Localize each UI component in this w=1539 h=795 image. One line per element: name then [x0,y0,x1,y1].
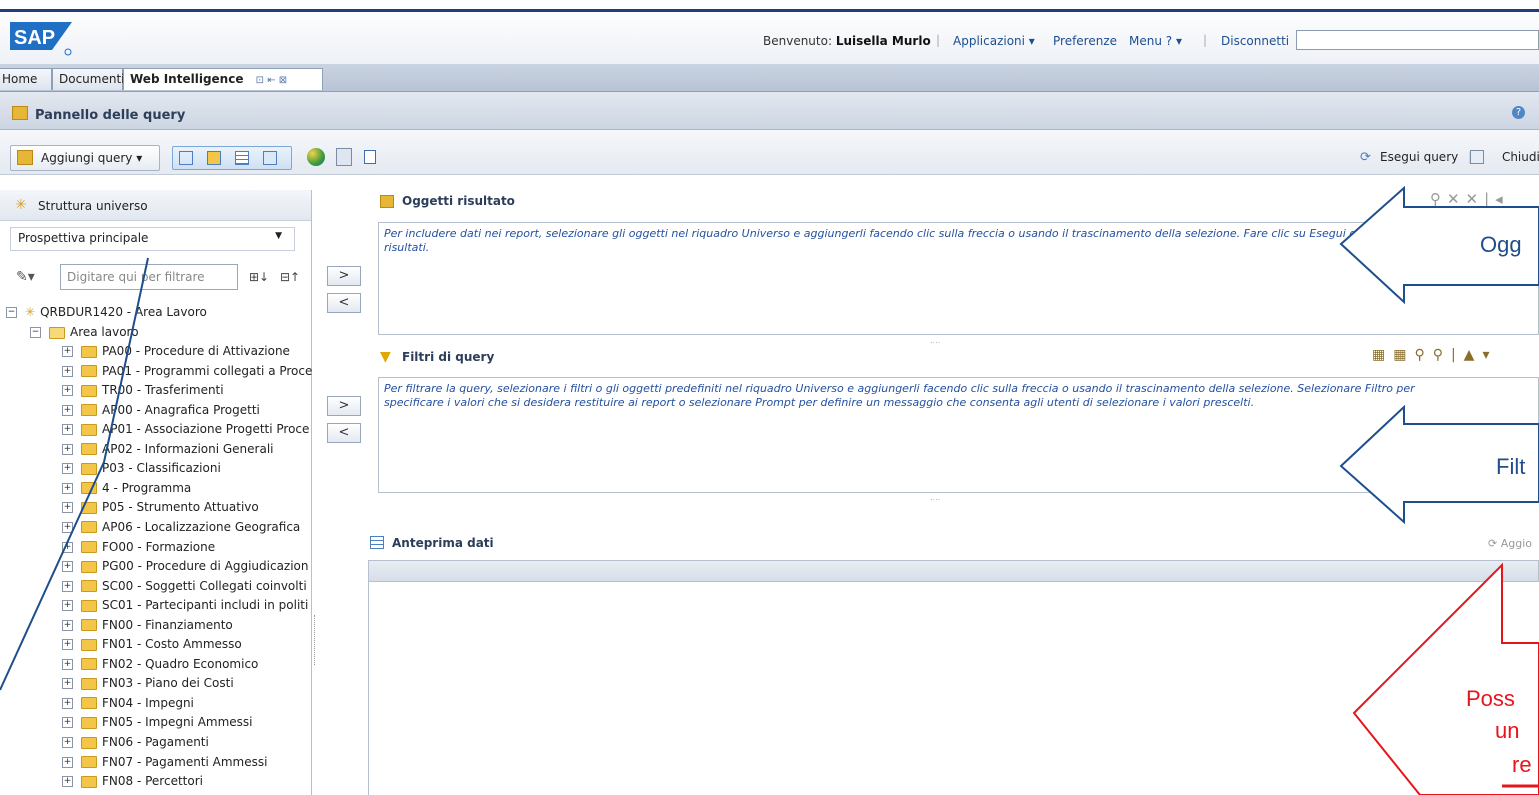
blue-callout-text-2: Filt [1496,454,1526,479]
blue-callout-text-1: Ogg [1480,232,1522,257]
red-callout-text-2: un [1495,718,1520,743]
blue-chevron-shape [0,257,149,691]
annotation-overlay [0,185,1539,795]
red-callout-text-3: re [1512,752,1532,777]
red-callout-text-1: Poss [1466,686,1515,711]
